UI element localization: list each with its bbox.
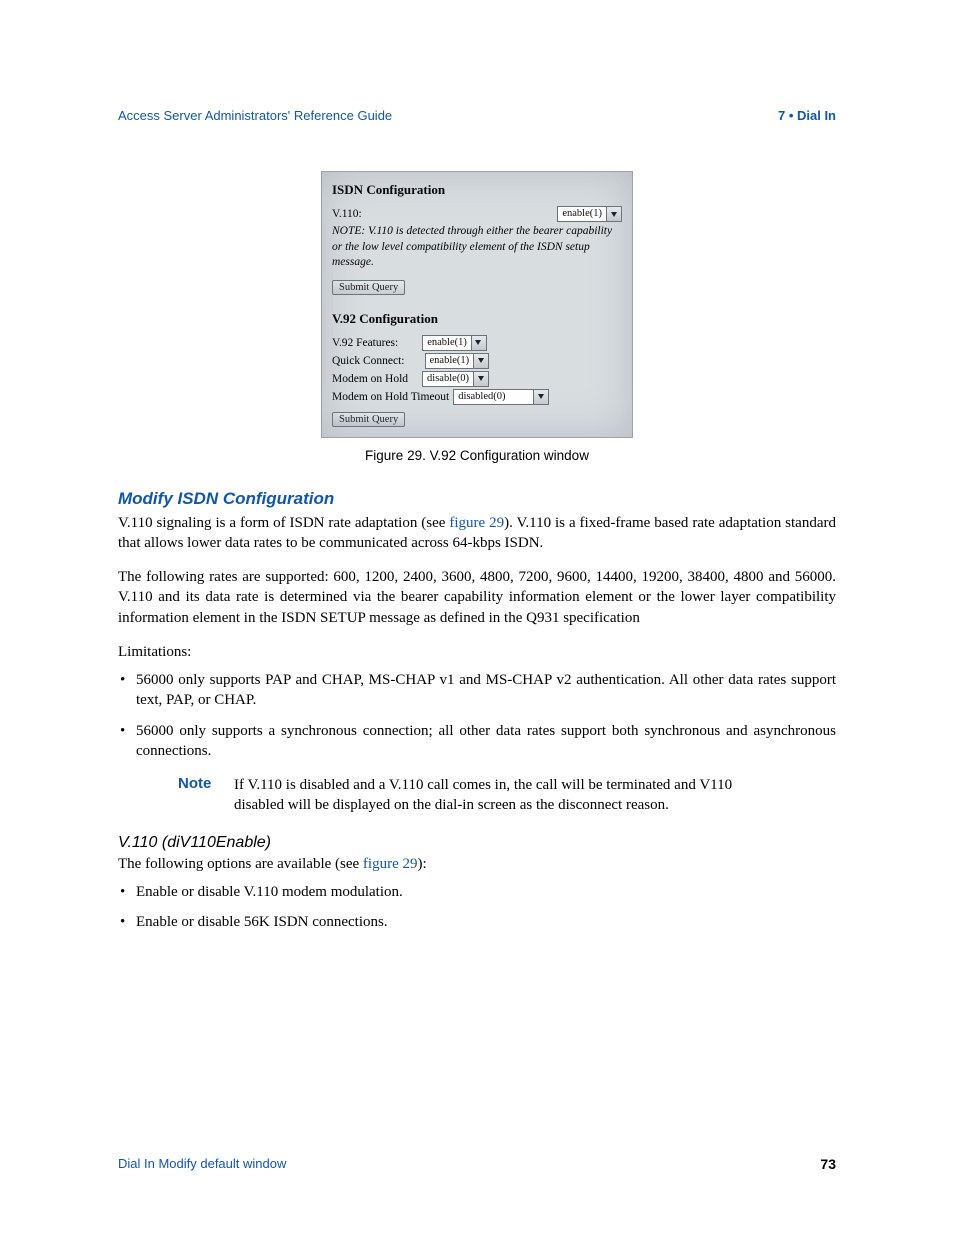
v92-moh-select[interactable]: disable(0) — [422, 371, 489, 387]
v92-quickconnect-value: enable(1) — [430, 354, 470, 368]
submit-query-button-v92[interactable]: Submit Query — [332, 412, 405, 427]
p3b: ): — [418, 856, 427, 872]
v92-quickconnect-label: Quick Connect: — [332, 355, 405, 367]
section-heading-modify-isdn: Modify ISDN Configuration — [118, 489, 836, 509]
paragraph-3: The following options are available (see… — [118, 854, 836, 874]
v110-select-value: enable(1) — [562, 207, 602, 221]
v92-features-select[interactable]: enable(1) — [422, 335, 487, 351]
note-label: Note — [178, 775, 234, 816]
chevron-down-icon — [606, 207, 621, 221]
chevron-down-icon — [473, 354, 488, 368]
isdn-note: NOTE: V.110 is detected through either t… — [332, 224, 622, 271]
figure-29-image: ISDN Configuration V.110: enable(1) NOTE… — [321, 171, 633, 438]
options-list: Enable or disable V.110 modem modulation… — [118, 882, 836, 933]
chevron-down-icon — [471, 336, 486, 350]
note-body: If V.110 is disabled and a V.110 call co… — [234, 775, 774, 816]
v92-moh-timeout-label: Modem on Hold Timeout — [332, 391, 449, 403]
v92-moh-label: Modem on Hold — [332, 373, 408, 385]
page-header: Access Server Administrators' Reference … — [118, 108, 836, 123]
link-figure-29-1[interactable]: figure 29 — [449, 515, 504, 531]
header-left: Access Server Administrators' Reference … — [118, 108, 392, 123]
figure-caption: Figure 29. V.92 Configuration window — [118, 448, 836, 463]
v92-moh-value: disable(0) — [427, 372, 469, 386]
chevron-down-icon — [533, 390, 548, 404]
v92-features-value: enable(1) — [427, 336, 467, 350]
v92-row-features: V.92 Features: enable(1) — [332, 335, 622, 351]
isdn-config-panel: ISDN Configuration V.110: enable(1) NOTE… — [332, 182, 622, 427]
figure-wrap: ISDN Configuration V.110: enable(1) NOTE… — [118, 171, 836, 463]
page-number: 73 — [820, 1156, 836, 1172]
p3a: The following options are available (see — [118, 856, 363, 872]
v92-row-moh: Modem on Hold disable(0) — [332, 371, 622, 387]
header-right: 7 • Dial In — [778, 108, 836, 123]
v92-moh-timeout-select[interactable]: disabled(0) — [453, 389, 549, 405]
v92-title: V.92 Configuration — [332, 311, 622, 327]
list-item: 56000 only supports a synchronous connec… — [118, 721, 836, 762]
v92-features-label: V.92 Features: — [332, 337, 398, 349]
list-item: Enable or disable 56K ISDN connections. — [118, 912, 836, 932]
chevron-down-icon — [473, 372, 488, 386]
subheading-v110: V.110 (diV110Enable) — [118, 834, 836, 852]
v110-label: V.110: — [332, 208, 362, 220]
limitations-list: 56000 only supports PAP and CHAP, MS-CHA… — [118, 670, 836, 761]
note-block: Note If V.110 is disabled and a V.110 ca… — [178, 775, 836, 816]
v92-quickconnect-select[interactable]: enable(1) — [425, 353, 490, 369]
link-figure-29-2[interactable]: figure 29 — [363, 856, 418, 872]
v110-select[interactable]: enable(1) — [557, 206, 622, 222]
list-item: 56000 only supports PAP and CHAP, MS-CHA… — [118, 670, 836, 711]
list-item: Enable or disable V.110 modem modulation… — [118, 882, 836, 902]
footer-left: Dial In Modify default window — [118, 1156, 286, 1172]
p1a: V.110 signaling is a form of ISDN rate a… — [118, 515, 449, 531]
submit-query-button-isdn[interactable]: Submit Query — [332, 280, 405, 295]
v92-row-quickconnect: Quick Connect: enable(1) — [332, 353, 622, 369]
page-content: Access Server Administrators' Reference … — [118, 108, 836, 946]
v92-moh-timeout-value: disabled(0) — [458, 390, 505, 404]
paragraph-1: V.110 signaling is a form of ISDN rate a… — [118, 513, 836, 554]
limitations-label: Limitations: — [118, 642, 836, 662]
paragraph-2: The following rates are supported: 600, … — [118, 567, 836, 628]
page-footer: Dial In Modify default window 73 — [118, 1156, 836, 1172]
isdn-title: ISDN Configuration — [332, 182, 622, 198]
v92-row-moh-timeout: Modem on Hold Timeout disabled(0) — [332, 389, 622, 405]
v110-row: V.110: enable(1) — [332, 206, 622, 222]
